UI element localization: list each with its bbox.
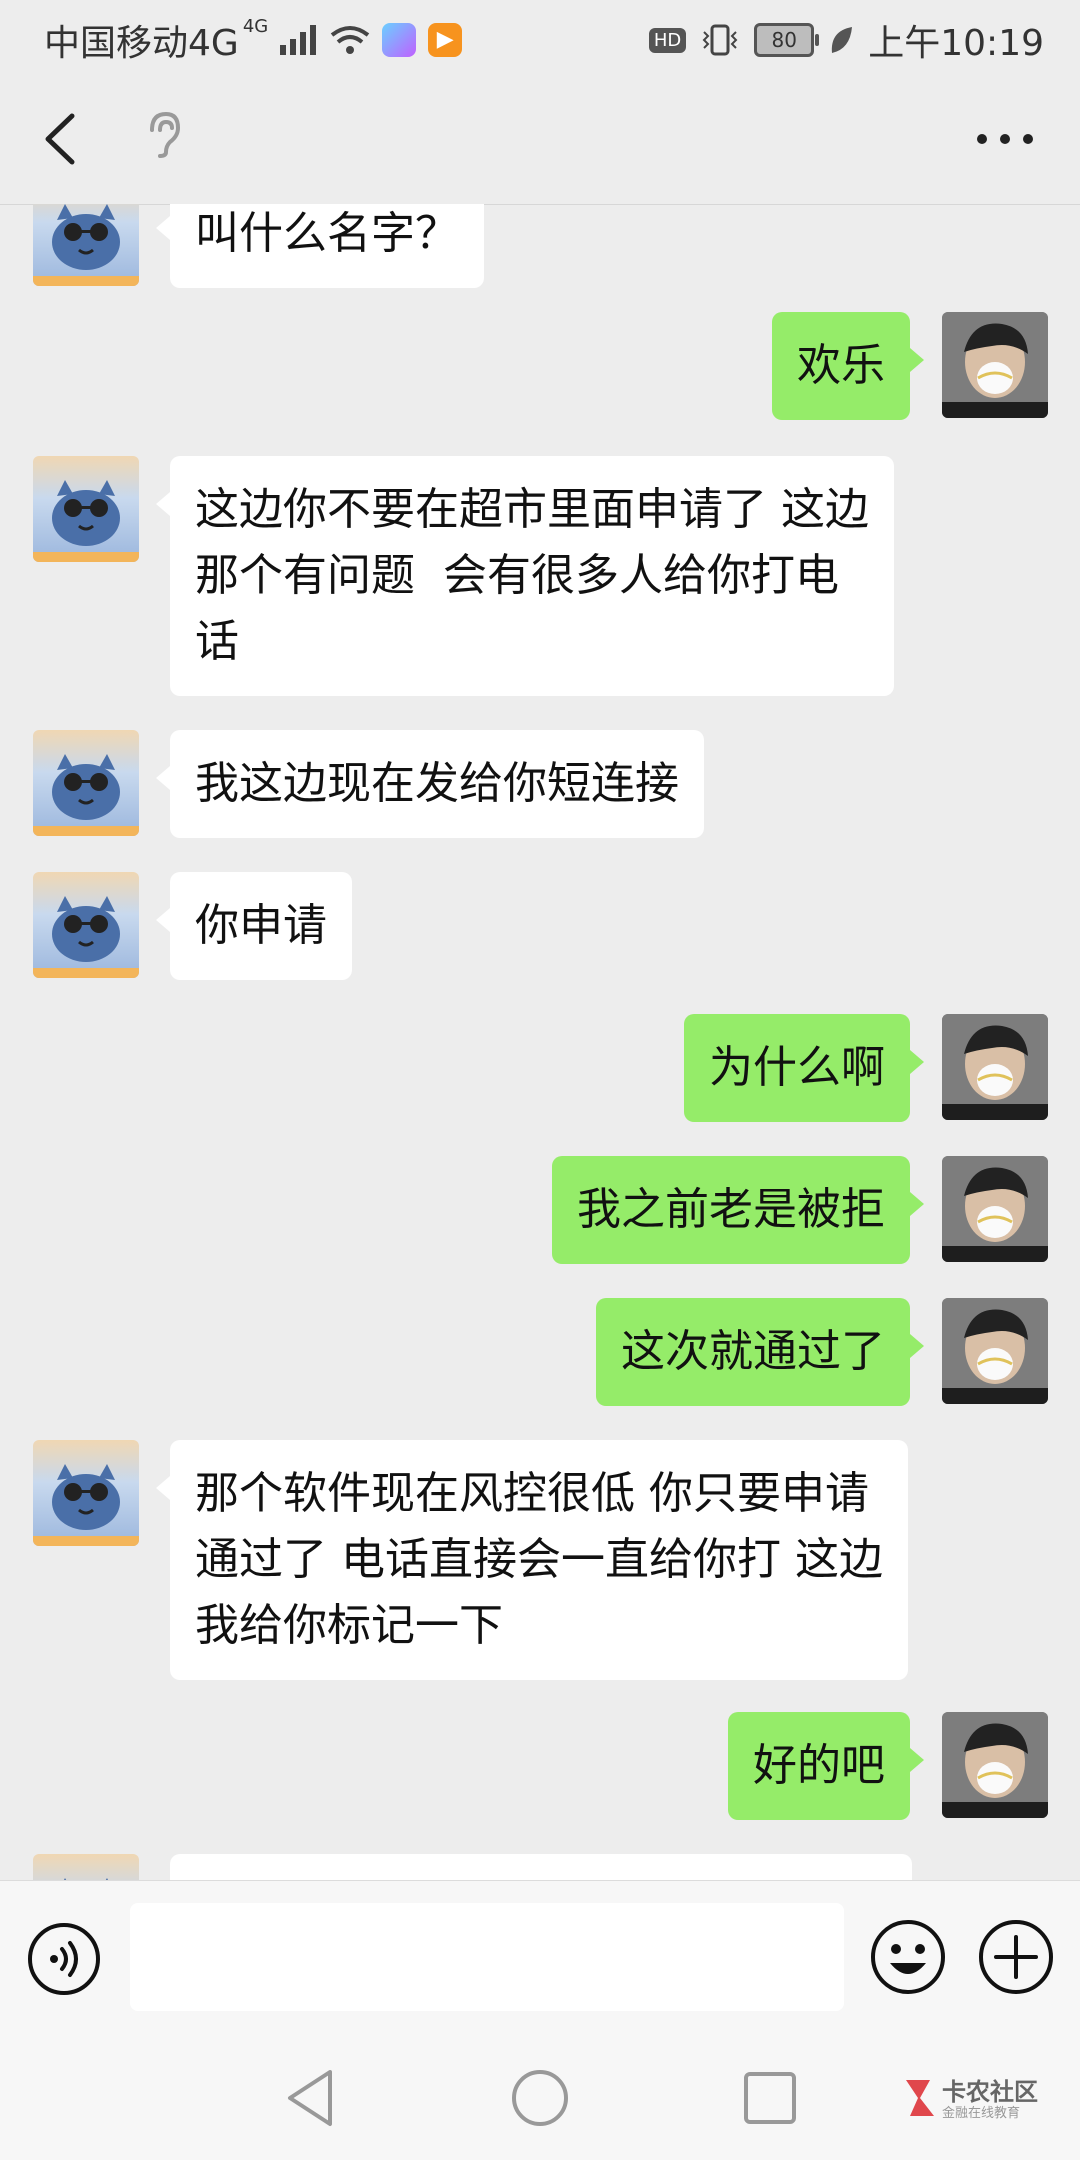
watermark: 卡农社区 金融在线教育	[900, 2070, 1060, 2130]
emoji-icon[interactable]	[868, 1917, 948, 1997]
message-bubble-outgoing[interactable]: 欢乐	[772, 312, 924, 420]
chevron-left-icon[interactable]	[32, 104, 92, 174]
user-avatar[interactable]	[942, 1712, 1048, 1818]
contact-avatar[interactable]	[33, 204, 139, 286]
status-bar: 中国移动4G 4G ▶ HD 80 上午10:19	[0, 0, 1080, 74]
watermark-logo-icon	[906, 2080, 934, 2116]
message-list[interactable]: 叫什么名字？ 欢乐 这边你不要在超市里面申请了 这边 那个有问题 会有很多人给你…	[0, 204, 1080, 1880]
watermark-subtitle: 金融在线教育	[942, 2106, 1021, 2121]
message-input[interactable]	[130, 1903, 844, 2011]
message-bubble-incoming[interactable]: 这边你不要在超市里面申请了 这边 那个有问题 会有很多人给你打电 话	[156, 456, 894, 696]
more-horizontal-icon[interactable]	[970, 104, 1040, 174]
plus-circle-icon[interactable]	[976, 1917, 1056, 1997]
signal-icon	[280, 25, 317, 55]
message-bubble-incoming[interactable]	[170, 1854, 912, 1880]
carrier-label: 中国移动4G	[44, 23, 239, 64]
message-bubble-incoming[interactable]: 我这边现在发给你短连接	[156, 730, 704, 838]
message-bubble-incoming[interactable]: 你申请	[156, 872, 352, 980]
message-bubble-outgoing[interactable]: 我之前老是被拒	[552, 1156, 924, 1264]
clock: 上午10:19	[868, 23, 1044, 64]
status-right: HD 80 上午10:19	[648, 14, 1044, 66]
user-avatar[interactable]	[942, 1156, 1048, 1262]
voice-input-icon[interactable]	[26, 1921, 102, 1997]
contact-avatar[interactable]	[33, 456, 139, 562]
contact-avatar[interactable]	[33, 872, 139, 978]
square-recent-icon[interactable]	[740, 2068, 800, 2128]
user-avatar[interactable]	[942, 312, 1048, 418]
hd-badge: HD	[648, 27, 687, 53]
status-left: 中国移动4G 4G ▶	[44, 14, 463, 66]
ear-icon	[150, 111, 181, 158]
user-avatar[interactable]	[942, 1298, 1048, 1404]
contact-avatar[interactable]	[33, 730, 139, 836]
leaf-icon	[832, 27, 853, 53]
contact-avatar[interactable]	[33, 1854, 139, 1880]
chat-header	[0, 74, 1080, 205]
app-notification-icon	[382, 23, 417, 57]
circle-home-icon[interactable]	[508, 2066, 572, 2130]
message-bubble-incoming[interactable]: 那个软件现在风控很低 你只要申请 通过了 电话直接会一直给你打 这边 我给你标记…	[156, 1440, 908, 1680]
vibrate-icon	[702, 24, 738, 56]
system-navigation-bar: 卡农社区 金融在线教育	[0, 2040, 1080, 2160]
contact-avatar[interactable]	[33, 1440, 139, 1546]
user-avatar[interactable]	[942, 1014, 1048, 1120]
message-bubble-outgoing[interactable]: 好的吧	[728, 1712, 924, 1820]
network-type: 4G	[242, 15, 269, 37]
input-bar	[0, 1880, 1080, 2041]
battery-indicator: 80	[754, 23, 820, 57]
message-bubble-outgoing[interactable]: 为什么啊	[684, 1014, 924, 1122]
triangle-back-icon[interactable]	[282, 2066, 338, 2130]
message-bubble-incoming[interactable]: 叫什么名字？	[156, 204, 484, 288]
message-bubble-outgoing[interactable]: 这次就通过了	[596, 1298, 924, 1406]
wifi-icon	[330, 26, 370, 54]
video-app-notification-icon: ▶	[428, 23, 463, 57]
